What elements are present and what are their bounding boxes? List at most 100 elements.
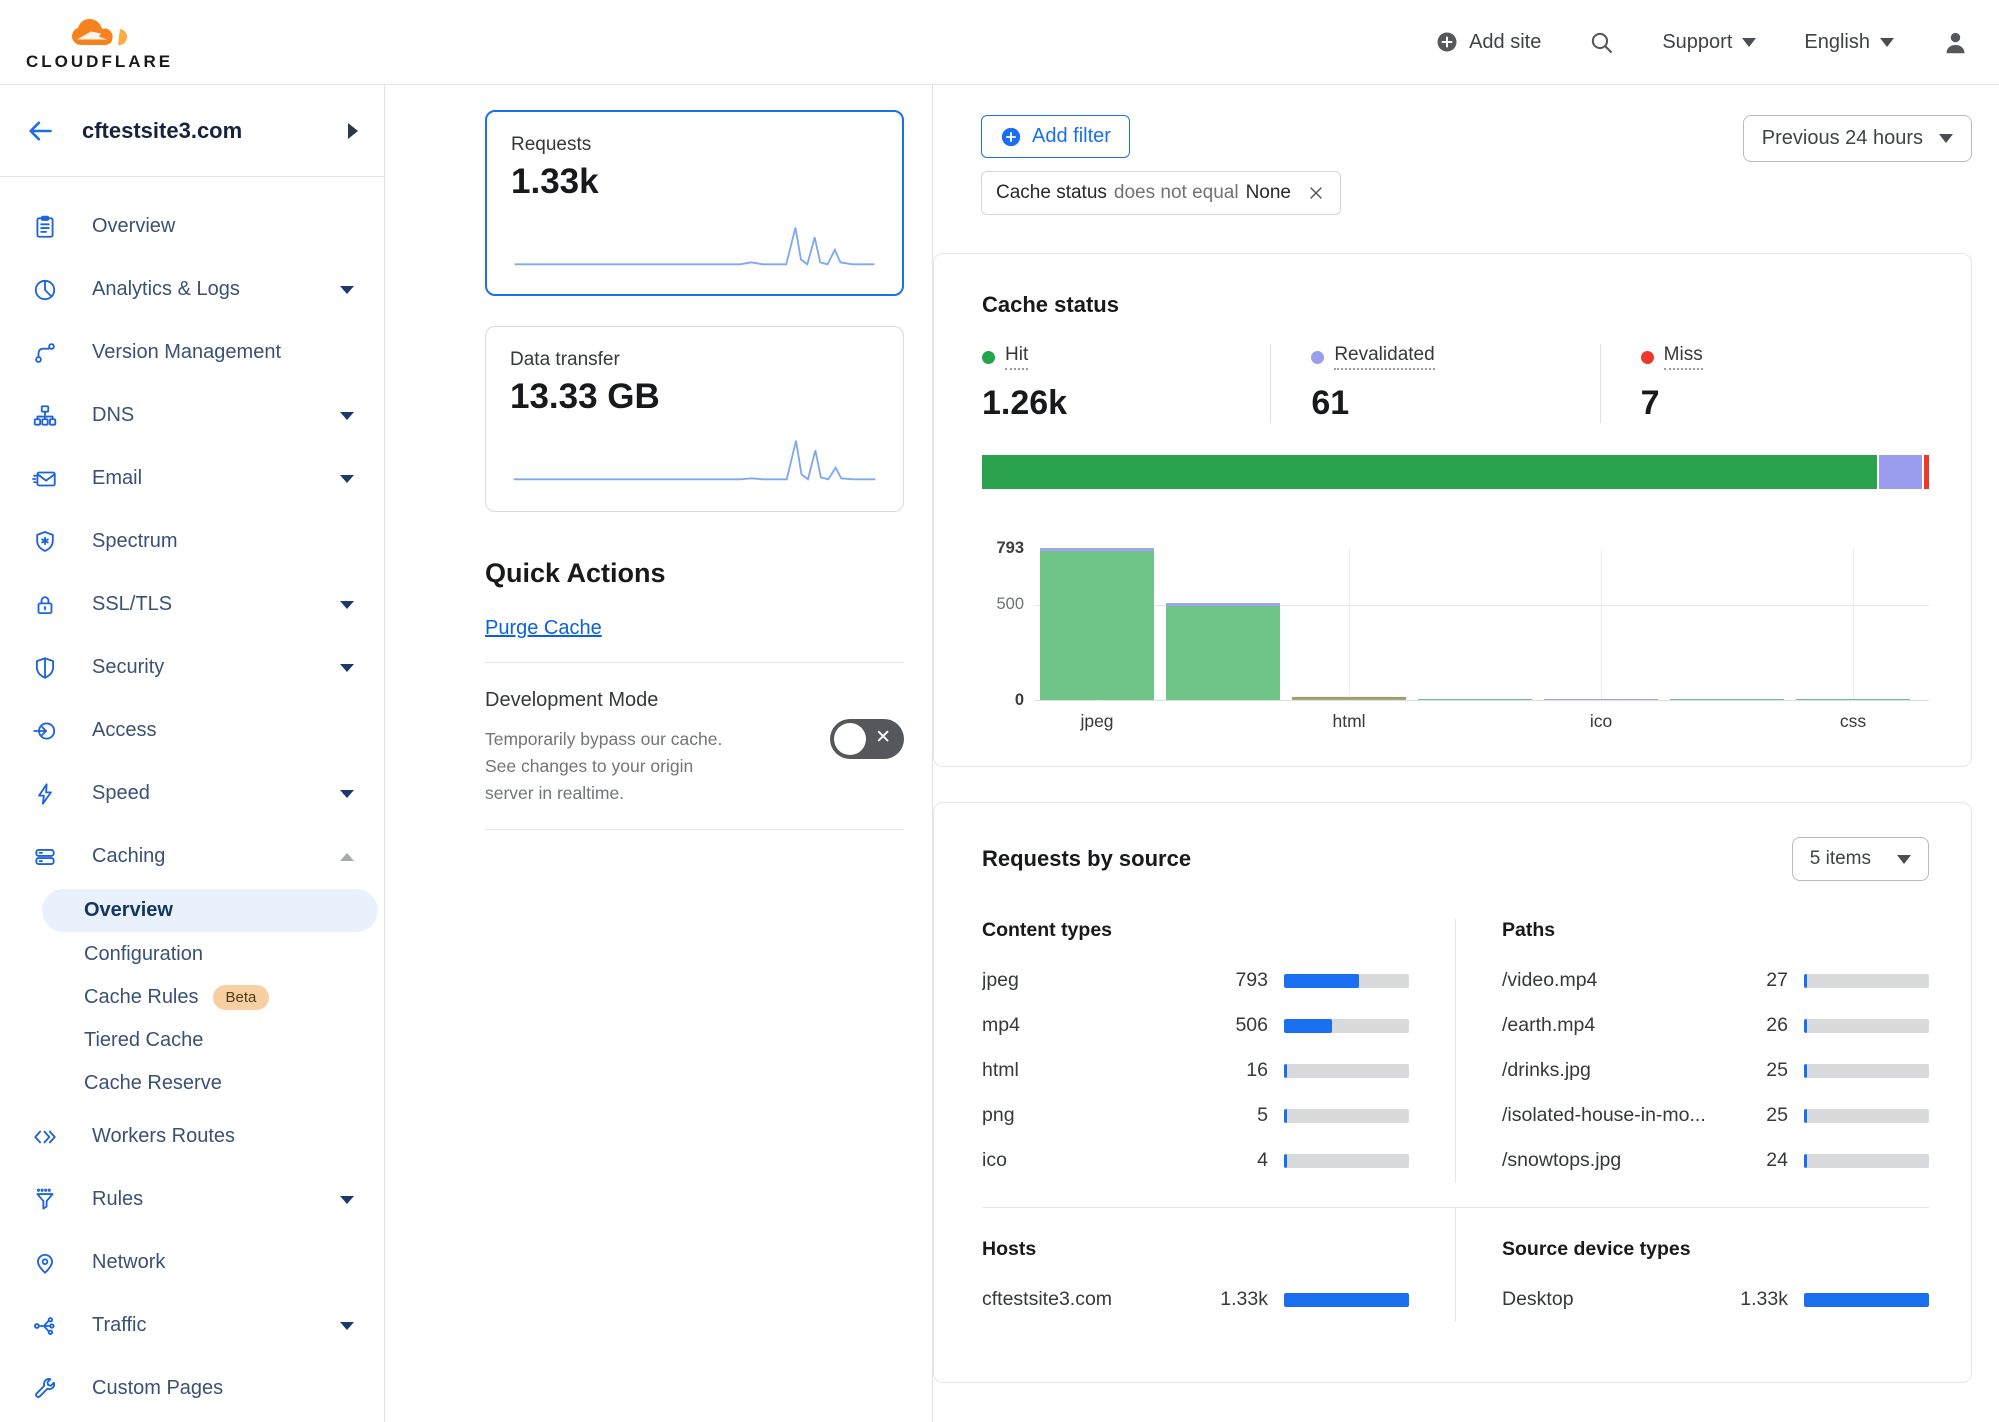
item-bar-fill [1804,1019,1807,1033]
sidebar-item-network[interactable]: Network [0,1231,384,1294]
sidebar-item-label: Overview [92,215,175,238]
sidebar-item-label: Workers Routes [92,1125,235,1148]
bar-segment-hit [1292,699,1406,701]
sidebar-item-caching[interactable]: Caching [0,825,384,888]
sidebar-item-analytics-logs[interactable]: Analytics & Logs [0,258,384,321]
search-button[interactable] [1589,30,1614,55]
chart-slot-html [1286,549,1412,700]
sidebar-subitem-label: Tiered Cache [84,1029,203,1052]
sidebar-nav: Overview Analytics & Logs Version Manageme… [0,177,384,1420]
site-switcher-chevron-icon[interactable] [348,123,358,139]
sidebar-subitem-caching-cache-reserve[interactable]: Cache Reserve [0,1062,384,1105]
sidebar-item-speed[interactable]: Speed [0,762,384,825]
stat-label[interactable]: Hit [1005,344,1028,370]
beta-badge: Beta [213,985,270,1010]
rules-icon [32,1187,58,1213]
sidebar-item-label: Caching [92,845,165,868]
sidebar-subitem-caching-configuration[interactable]: Configuration [0,933,384,976]
sidebar-item-ssl-tls[interactable]: SSL/TLS [0,573,384,636]
language-menu[interactable]: English [1804,31,1894,54]
quick-actions-title: Quick Actions [485,558,904,589]
sidebar-item-version-management[interactable]: Version Management [0,321,384,384]
sidebar-item-email[interactable]: Email [0,447,384,510]
sidebar-item-label: Speed [92,782,150,805]
x-axis-tick: css [1790,711,1916,732]
sidebar-item-security[interactable]: Security [0,636,384,699]
item-label: /drinks.jpg [1502,1059,1736,1082]
analytics-icon [32,277,58,303]
item-label: jpeg [982,969,1216,992]
filter-chip[interactable]: Cache status does not equal None [981,171,1341,215]
add-filter-button[interactable]: Add filter [981,115,1130,158]
hosts-list: Hostscftestsite3.com 1.33k [982,1208,1456,1322]
sidebar-item-traffic[interactable]: Traffic [0,1294,384,1357]
back-arrow-icon[interactable] [26,117,54,145]
item-bar-fill [1284,974,1359,988]
sidebar-item-overview[interactable]: Overview [0,195,384,258]
overview-icon [32,214,58,240]
add-site-button[interactable]: Add site [1435,30,1541,54]
stat-value: 1.26k [982,384,1270,423]
item-value: 16 [1216,1059,1268,1082]
traffic-icon [32,1313,58,1339]
chart-slot-unlabeled [1664,549,1790,700]
chart-slot-jpeg [1034,549,1160,700]
cache-status-card: Cache status Hit 1.26k Revalidated 61 Mi… [933,253,1972,767]
filter-operator: does not equal [1114,182,1239,204]
stat-value: 7 [1641,384,1929,423]
data-transfer-sparkline [510,433,879,487]
sidebar-item-rules[interactable]: Rules [0,1168,384,1231]
bar-jpeg [1040,548,1154,700]
sidebar-item-label: Version Management [92,341,281,364]
data-transfer-card[interactable]: Data transfer 13.33 GB [485,326,904,512]
item-value: 506 [1216,1014,1268,1037]
list-item-earth-mp4: /earth.mp4 26 [1502,1003,1929,1048]
sidebar-item-access[interactable]: Access [0,699,384,762]
cloudflare-logo[interactable]: CLOUDFLARE [26,15,173,70]
item-bar-fill [1284,1019,1332,1033]
development-mode-description: Temporarily bypass our cache. See change… [485,726,743,807]
bar-html [1292,697,1406,700]
toggle-knob [834,723,866,755]
sidebar-subitem-caching-overview[interactable]: Overview [42,889,378,932]
remove-filter-button[interactable] [1306,183,1326,203]
item-label: cftestsite3.com [982,1288,1216,1311]
site-name: cftestsite3.com [82,118,242,144]
sidebar-item-workers-routes[interactable]: Workers Routes [0,1105,384,1168]
support-menu[interactable]: Support [1662,31,1756,54]
account-button[interactable] [1942,29,1969,56]
item-value: 5 [1216,1104,1268,1127]
paths-title: Paths [1502,919,1929,942]
sidebar-item-label: Spectrum [92,530,178,553]
sidebar-item-custom-pages[interactable]: Custom Pages [0,1357,384,1420]
list-item-html: html 16 [982,1048,1409,1093]
gridline [1601,549,1602,701]
list-item-video-mp4: /video.mp4 27 [1502,958,1929,1003]
toggle-off-x-icon: ✕ [875,726,891,749]
revalidated-dot-icon [1311,351,1324,364]
item-bar-track [1804,1064,1929,1078]
item-label: png [982,1104,1216,1127]
search-icon [1589,30,1614,55]
bar-png [1418,699,1532,701]
sidebar-item-spectrum[interactable]: Spectrum [0,510,384,573]
chevron-down-icon [340,286,354,294]
items-count-dropdown[interactable]: 5 items [1792,837,1929,881]
purge-cache-link[interactable]: Purge Cache [485,617,602,640]
requests-card[interactable]: Requests 1.33k [485,110,904,296]
x-axis-tick [1160,711,1286,732]
stat-label[interactable]: Miss [1664,344,1703,370]
time-range-dropdown[interactable]: Previous 24 hours [1743,115,1972,162]
chevron-down-icon [340,475,354,483]
item-bar-fill [1804,1109,1807,1123]
cache-status-stats: Hit 1.26k Revalidated 61 Miss 7 [982,344,1929,423]
sidebar-item-dns[interactable]: DNS [0,384,384,447]
sidebar-subitem-caching-cache-rules[interactable]: Cache RulesBeta [0,976,384,1019]
requests-sparkline [511,218,878,272]
sidebar-subitem-caching-tiered-cache[interactable]: Tiered Cache [0,1019,384,1062]
user-icon [1942,29,1969,56]
item-bar-track [1804,1019,1929,1033]
development-mode-toggle[interactable]: ✕ [830,719,904,759]
development-mode-section: Development Mode Temporarily bypass our … [485,689,904,807]
stat-label[interactable]: Revalidated [1334,344,1434,370]
